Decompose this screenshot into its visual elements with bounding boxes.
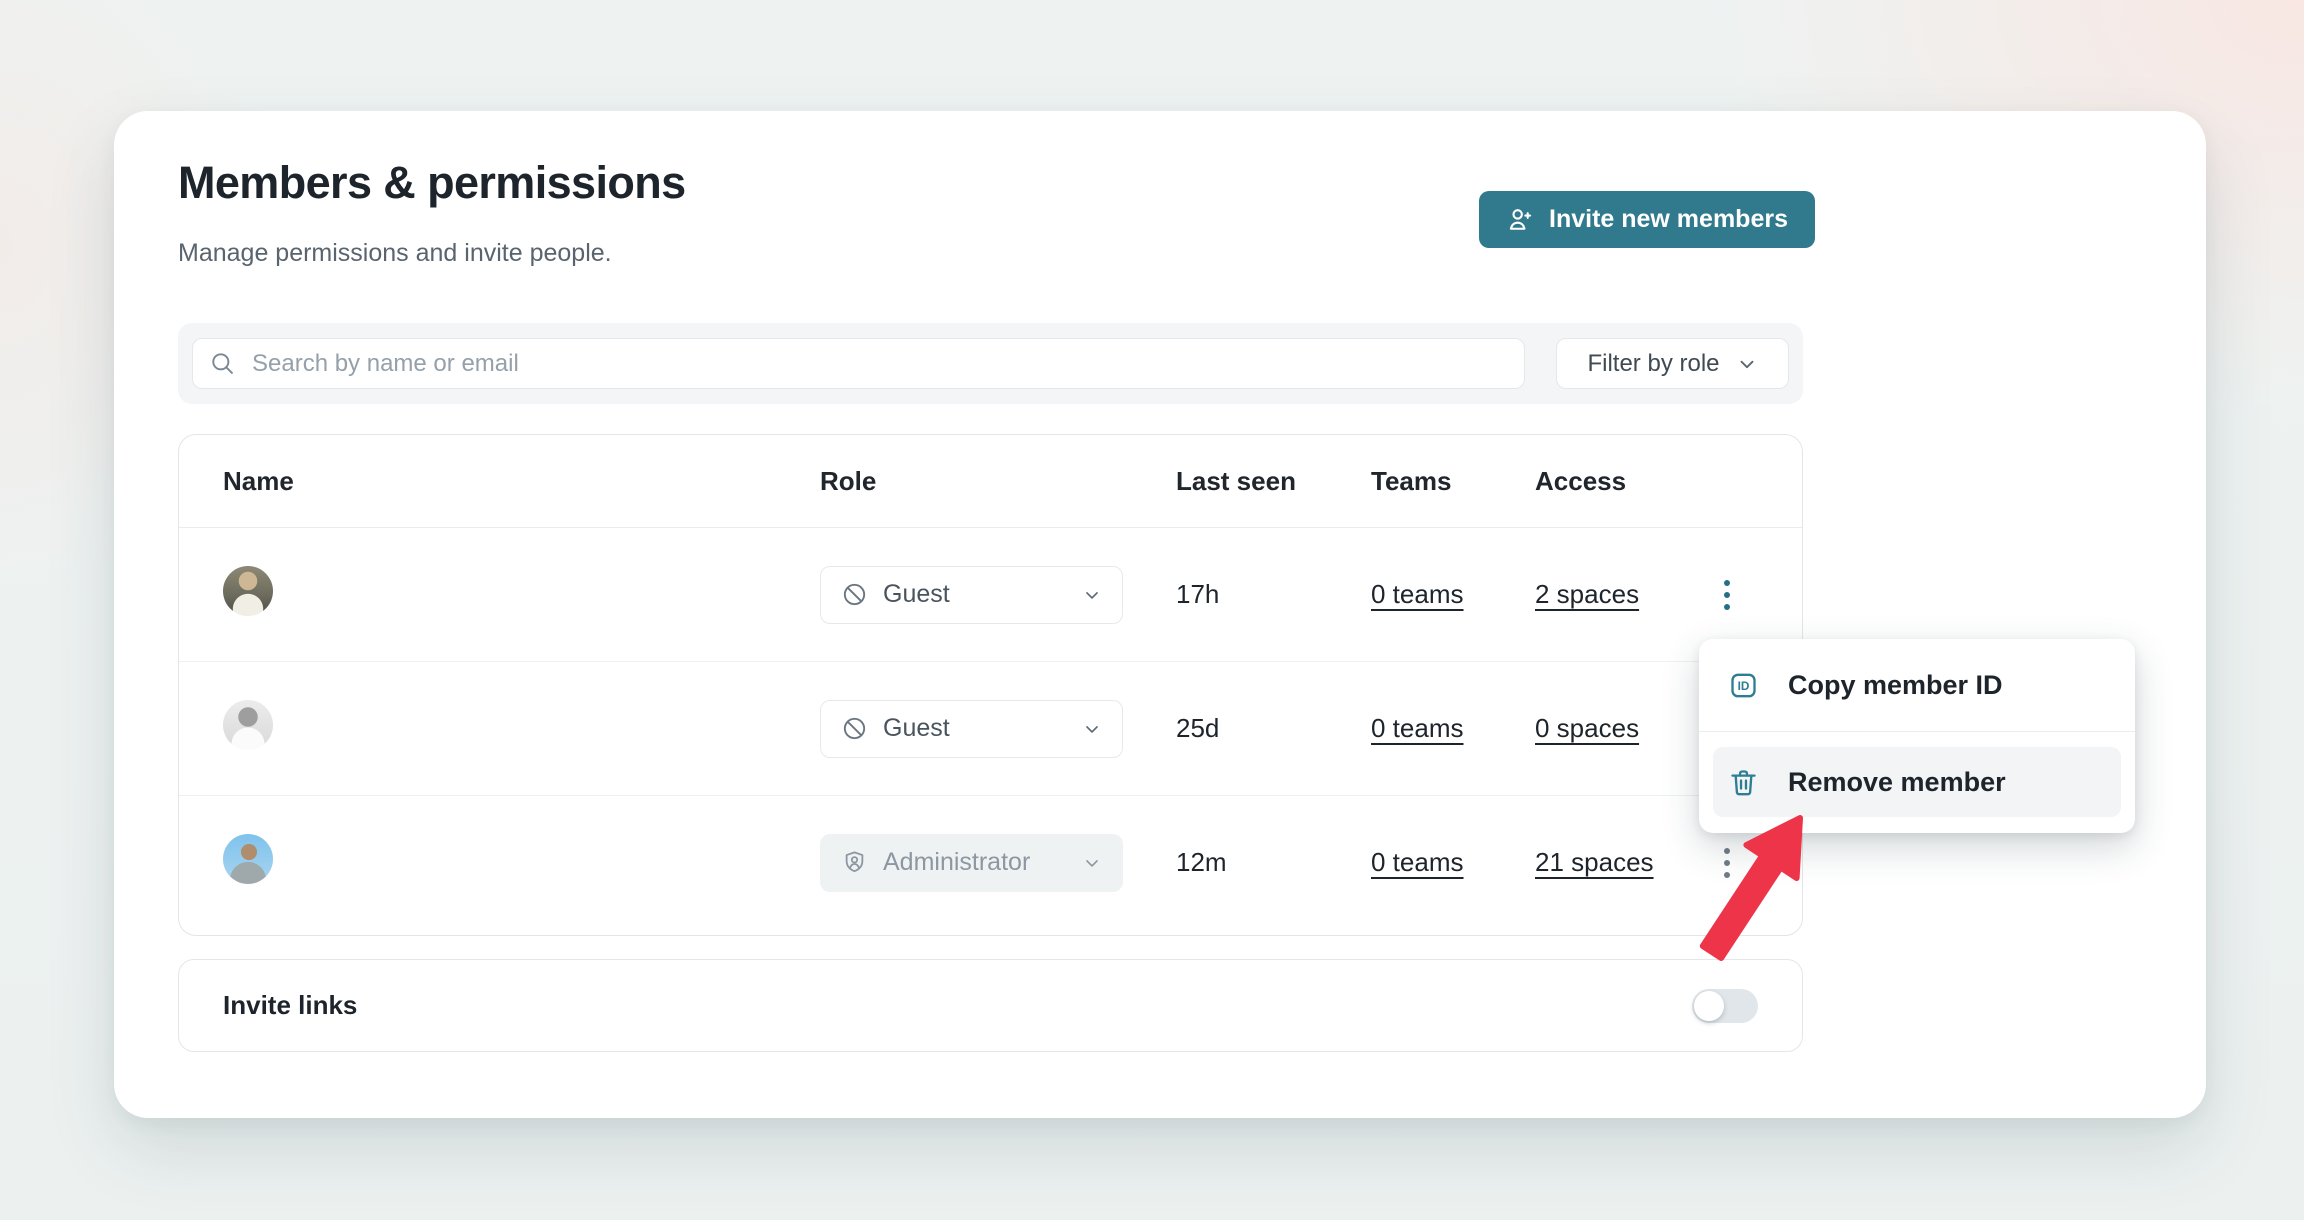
column-header-teams: Teams: [1371, 466, 1535, 497]
table-row: Guest 25d 0 teams 0 spaces: [179, 662, 1802, 796]
chevron-down-icon: [1736, 353, 1758, 375]
teams-link[interactable]: 0 teams: [1371, 579, 1464, 609]
role-select[interactable]: Guest: [820, 566, 1123, 624]
kebab-dot: [1724, 592, 1730, 598]
ban-icon: [841, 715, 868, 742]
member-actions-menu: ID Copy member ID Remove member: [1699, 639, 2135, 833]
person-plus-icon: [1506, 206, 1534, 234]
kebab-dot: [1724, 872, 1730, 878]
menu-item-copy-member-id[interactable]: ID Copy member ID: [1699, 639, 2135, 732]
svg-text:ID: ID: [1738, 679, 1750, 693]
trash-icon: [1727, 766, 1760, 799]
last-seen-value: 17h: [1176, 579, 1371, 610]
role-select[interactable]: Administrator: [820, 834, 1123, 892]
table-header-row: Name Role Last seen Teams Access: [179, 435, 1802, 528]
search-field[interactable]: [192, 338, 1525, 389]
page-subtitle: Manage permissions and invite people.: [178, 239, 612, 268]
kebab-dot: [1724, 580, 1730, 586]
page-background: Members & permissions Manage permissions…: [0, 0, 2304, 1220]
invite-links-toggle[interactable]: [1692, 989, 1758, 1023]
filter-by-role-dropdown[interactable]: Filter by role: [1556, 338, 1789, 389]
chevron-down-icon: [1082, 853, 1102, 873]
invite-links-card: Invite links: [178, 959, 1803, 1052]
page-title: Members & permissions: [178, 157, 686, 209]
shield-person-icon: [841, 849, 868, 876]
avatar: [223, 834, 273, 884]
search-icon: [209, 350, 236, 377]
id-badge-icon: ID: [1727, 669, 1760, 702]
chevron-down-icon: [1082, 719, 1102, 739]
table-row: Administrator 12m 0 teams 21 spaces: [179, 796, 1802, 929]
avatar: [223, 700, 273, 750]
menu-item-label: Remove member: [1788, 767, 2006, 798]
invite-new-members-button[interactable]: Invite new members: [1479, 191, 1815, 248]
filter-by-role-label: Filter by role: [1587, 350, 1719, 378]
search-toolbar: Filter by role: [178, 323, 1803, 404]
last-seen-value: 25d: [1176, 713, 1371, 744]
teams-link[interactable]: 0 teams: [1371, 713, 1464, 743]
column-header-role: Role: [820, 466, 1176, 497]
avatar: [223, 566, 273, 616]
role-value: Guest: [883, 580, 1067, 609]
toggle-knob: [1694, 991, 1724, 1021]
last-seen-value: 12m: [1176, 847, 1371, 878]
menu-item-remove-member[interactable]: Remove member: [1713, 747, 2121, 817]
invite-button-label: Invite new members: [1549, 205, 1788, 234]
members-table: Name Role Last seen Teams Access Guest: [178, 434, 1803, 936]
role-value: Administrator: [883, 848, 1067, 877]
kebab-dot: [1724, 604, 1730, 610]
column-header-access: Access: [1535, 466, 1695, 497]
spaces-link[interactable]: 0 spaces: [1535, 713, 1639, 743]
row-actions-kebab-button[interactable]: [1707, 571, 1747, 619]
menu-item-label: Copy member ID: [1788, 670, 2003, 701]
spaces-link[interactable]: 2 spaces: [1535, 579, 1639, 609]
table-row: Guest 17h 0 teams 2 spaces: [179, 528, 1802, 662]
spaces-link[interactable]: 21 spaces: [1535, 847, 1654, 877]
menu-item-remove-member-wrap: Remove member: [1699, 732, 2135, 833]
invite-links-label: Invite links: [179, 990, 357, 1021]
members-permissions-card: Members & permissions Manage permissions…: [114, 111, 2206, 1118]
teams-link[interactable]: 0 teams: [1371, 847, 1464, 877]
kebab-dot: [1724, 860, 1730, 866]
chevron-down-icon: [1082, 585, 1102, 605]
search-input[interactable]: [250, 349, 1524, 379]
ban-icon: [841, 581, 868, 608]
role-value: Guest: [883, 714, 1067, 743]
row-actions-kebab-button[interactable]: [1707, 839, 1747, 887]
column-header-name: Name: [179, 466, 820, 497]
kebab-dot: [1724, 848, 1730, 854]
role-select[interactable]: Guest: [820, 700, 1123, 758]
column-header-last-seen: Last seen: [1176, 466, 1371, 497]
